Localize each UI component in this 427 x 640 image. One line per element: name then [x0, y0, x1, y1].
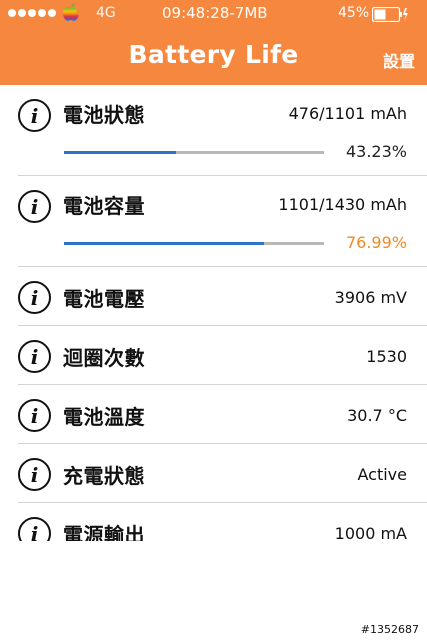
list-item-charging-status: i 充電狀態 Active: [0, 444, 427, 503]
signal-dot: [28, 9, 36, 17]
info-icon[interactable]: i: [18, 517, 51, 541]
empty-footer-area: #1352687: [0, 541, 427, 640]
row-label: 充電狀態: [63, 464, 145, 488]
status-bar: 4G 09:48:28-7MB 45%: [0, 0, 427, 28]
row-label: 迴圈次數: [63, 346, 145, 370]
signal-dot: [18, 9, 26, 17]
settings-button[interactable]: 設置: [383, 48, 415, 72]
info-icon[interactable]: i: [18, 458, 51, 491]
info-icon[interactable]: i: [18, 399, 51, 432]
battery-percentage: 45%: [338, 5, 370, 21]
row-label: 電池溫度: [63, 405, 145, 429]
percentage-value: 43.23%: [345, 142, 407, 161]
row-label: 電源輸出: [63, 523, 145, 541]
info-icon[interactable]: i: [18, 340, 51, 373]
row-value: 1000 mA: [334, 524, 407, 541]
apple-logo-icon: [63, 3, 79, 21]
progress-bar: [64, 242, 324, 245]
battery-charging-icon: [372, 7, 408, 22]
row-value: 30.7 °C: [347, 406, 407, 425]
signal-strength-icon: [8, 9, 56, 17]
list-item-battery-capacity: i 電池容量 1101/1430 mAh 76.99%: [0, 176, 427, 267]
list-item-battery-status: i 電池狀態 476/1101 mAh 43.23%: [0, 85, 427, 176]
watermark-text: #1352687: [360, 623, 419, 636]
row-value: 476/1101 mAh: [288, 104, 407, 123]
info-icon[interactable]: i: [18, 281, 51, 314]
row-value: Active: [357, 465, 408, 484]
row-label: 電池電壓: [63, 287, 145, 311]
list-item-battery-voltage: i 電池電壓 3906 mV: [0, 267, 427, 326]
progress-bar: [64, 151, 324, 154]
info-icon[interactable]: i: [18, 190, 51, 223]
battery-info-list: i 電池狀態 476/1101 mAh 43.23% i 電池容量 1101/1…: [0, 85, 427, 541]
list-item-cycle-count: i 迴圈次數 1530: [0, 326, 427, 385]
signal-dot: [48, 9, 56, 17]
progress-fill: [64, 242, 265, 245]
list-item-power-output: i 電源輸出 1000 mA: [0, 503, 427, 541]
signal-dot: [8, 9, 16, 17]
percentage-value: 76.99%: [345, 233, 407, 252]
app-header: 4G 09:48:28-7MB 45% Battery Life 設置: [0, 0, 427, 85]
row-label: 電池容量: [63, 194, 145, 218]
row-value: 1101/1430 mAh: [278, 195, 407, 214]
row-value: 1530: [366, 347, 407, 366]
signal-dot: [38, 9, 46, 17]
status-time: 09:48:28-7MB: [162, 4, 268, 22]
app-title: Battery Life: [128, 40, 299, 69]
row-value: 3906 mV: [334, 288, 407, 307]
row-label: 電池狀態: [63, 103, 145, 127]
progress-fill: [64, 151, 177, 154]
info-icon[interactable]: i: [18, 99, 51, 132]
list-item-battery-temperature: i 電池溫度 30.7 °C: [0, 385, 427, 444]
carrier-label: 4G: [96, 5, 116, 21]
